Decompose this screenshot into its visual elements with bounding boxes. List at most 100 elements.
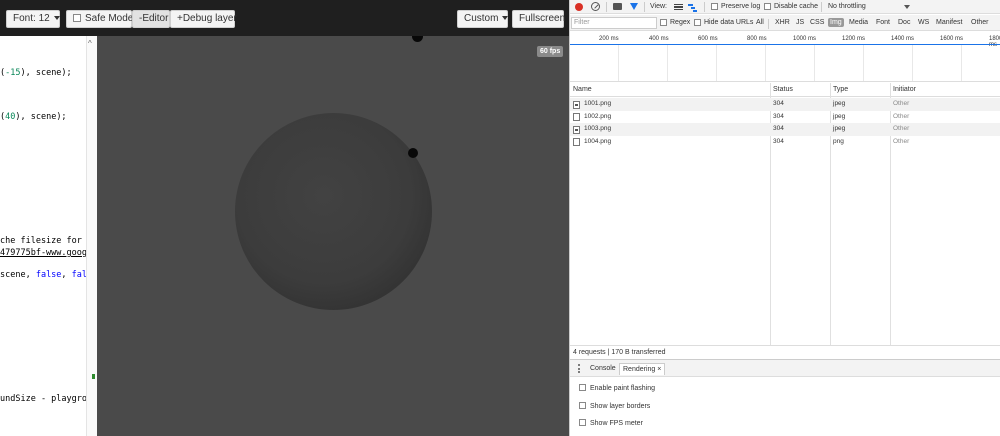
code-number: 40: [5, 112, 16, 122]
camera-icon[interactable]: [613, 3, 622, 10]
type-filter-manifest[interactable]: Manifest: [936, 19, 962, 26]
gridline: [912, 44, 913, 81]
waterfall-icon[interactable]: [688, 3, 697, 12]
fullscreen-button[interactable]: Fullscreen: [512, 10, 566, 28]
code-number: -15: [5, 68, 21, 78]
debug-layer-button[interactable]: +Debug layer: [170, 10, 237, 28]
code-comment: che filesize for this: [0, 236, 97, 246]
table-row[interactable]: 1001.png 304 jpeg Other: [570, 98, 1000, 111]
preserve-log-checkbox[interactable]: [711, 3, 718, 10]
image-file-icon: [573, 138, 580, 146]
record-icon[interactable]: [575, 3, 583, 11]
row-initiator: Other: [893, 137, 910, 145]
type-filter-other[interactable]: Other: [971, 19, 989, 26]
code-text: ), scene);: [20, 68, 72, 78]
layer-borders-checkbox[interactable]: [579, 402, 586, 409]
hide-data-urls-checkbox[interactable]: [694, 19, 701, 26]
type-filter-xhr[interactable]: XHR: [775, 19, 790, 26]
timeline-tick: 600 ms: [698, 36, 718, 42]
gridline: [667, 44, 668, 81]
table-row[interactable]: 1003.png 304 jpeg Other: [570, 123, 1000, 136]
fps-badge: 60 fps: [537, 46, 564, 57]
row-initiator: Other: [893, 100, 910, 107]
editor-toggle-button[interactable]: -Editor: [132, 10, 170, 28]
layer-borders-option[interactable]: Show layer borders: [579, 402, 650, 410]
separator: [704, 2, 705, 12]
row-type: png: [833, 137, 844, 145]
row-type: jpeg: [833, 125, 846, 132]
code-link[interactable]: 479775bf-www.googledri: [0, 248, 97, 258]
timeline-tick: 1400 ms: [891, 36, 915, 42]
timeline-tick: 1800 ms: [989, 36, 1000, 48]
separator: [606, 2, 607, 12]
row-status: 304: [773, 112, 784, 120]
code-line: scene, false, false);: [0, 270, 97, 280]
chevron-up-icon[interactable]: ^: [88, 39, 92, 48]
column-header-type[interactable]: Type: [830, 83, 890, 97]
checkbox-icon: [73, 14, 81, 22]
type-filter-js[interactable]: JS: [796, 19, 804, 26]
font-size-dropdown[interactable]: Font: 12: [6, 10, 60, 28]
safe-mode-toggle[interactable]: Safe Mode: [66, 10, 133, 28]
clear-icon[interactable]: [591, 2, 600, 11]
separator: [644, 2, 645, 12]
chevron-down-icon: [502, 16, 509, 21]
tab-console[interactable]: Console: [587, 363, 619, 375]
type-filter-all[interactable]: All: [756, 19, 764, 26]
column-header-initiator[interactable]: Initiator: [890, 83, 1000, 97]
table-row[interactable]: 1002.png 304 jpeg Other: [570, 111, 1000, 124]
filter-input[interactable]: Filter: [571, 17, 657, 29]
row-name: 1002.png: [584, 112, 612, 120]
preserve-log-label: Preserve log: [721, 3, 761, 10]
tab-rendering-label: Rendering: [623, 366, 656, 373]
image-file-icon: [573, 113, 580, 121]
code-text: ,: [61, 270, 72, 280]
gridline: [618, 44, 619, 81]
row-status: 304: [773, 137, 784, 145]
type-filter-css[interactable]: CSS: [810, 19, 824, 26]
timeline-tick: 400 ms: [649, 36, 669, 42]
gridline: [961, 44, 962, 81]
chevron-down-icon[interactable]: [904, 5, 910, 9]
code-editor[interactable]: (-15), scene); (40), scene); che filesiz…: [0, 36, 97, 436]
more-icon[interactable]: [578, 364, 580, 373]
render-canvas[interactable]: 60 fps: [97, 36, 569, 436]
fullscreen-label: Fullscreen: [519, 13, 566, 24]
paint-flashing-label: Enable paint flashing: [590, 385, 655, 392]
row-status: 304: [773, 125, 784, 132]
throttling-select[interactable]: No throttling: [828, 3, 866, 10]
paint-flashing-option[interactable]: Enable paint flashing: [579, 384, 655, 392]
type-filter-doc[interactable]: Doc: [898, 19, 910, 26]
custom-dropdown[interactable]: Custom: [457, 10, 509, 28]
code-keyword: false: [35, 270, 62, 280]
chevron-down-icon: [53, 16, 60, 21]
timeline-tick: 800 ms: [747, 36, 767, 42]
app-root: Font: 12 Safe Mode -Editor +Debug layer …: [0, 0, 1000, 436]
paint-flashing-checkbox[interactable]: [579, 384, 586, 391]
scrollbar-marker: [92, 374, 95, 379]
timeline-progress-line: [570, 44, 1000, 45]
code-line: (40), scene);: [0, 112, 67, 122]
close-icon[interactable]: ×: [657, 366, 661, 373]
separator: [821, 2, 822, 12]
column-header-status[interactable]: Status: [770, 83, 830, 97]
type-filter-font[interactable]: Font: [876, 19, 890, 26]
table-row[interactable]: 1004.png 304 png Other: [570, 136, 1000, 149]
timeline-overview[interactable]: 200 ms 400 ms 600 ms 800 ms 1000 ms 1200…: [570, 32, 1000, 82]
code-line: (-15), scene);: [0, 68, 72, 78]
column-header-name[interactable]: Name: [570, 83, 770, 97]
type-filter-img[interactable]: Img: [828, 18, 844, 27]
filter-icon[interactable]: [630, 3, 638, 10]
type-filter-media[interactable]: Media: [849, 19, 868, 26]
fps-meter-checkbox[interactable]: [579, 419, 586, 426]
disable-cache-checkbox[interactable]: [764, 3, 771, 10]
type-filter-ws[interactable]: WS: [918, 19, 929, 26]
small-sphere: [408, 148, 418, 158]
view-label: View:: [650, 3, 667, 10]
timeline-tick: 200 ms: [599, 36, 619, 42]
tab-rendering[interactable]: Rendering ×: [619, 363, 666, 375]
main-sphere: [235, 113, 432, 310]
fps-meter-option[interactable]: Show FPS meter: [579, 419, 643, 427]
list-view-icon[interactable]: [674, 4, 683, 10]
regex-checkbox[interactable]: [660, 19, 667, 26]
